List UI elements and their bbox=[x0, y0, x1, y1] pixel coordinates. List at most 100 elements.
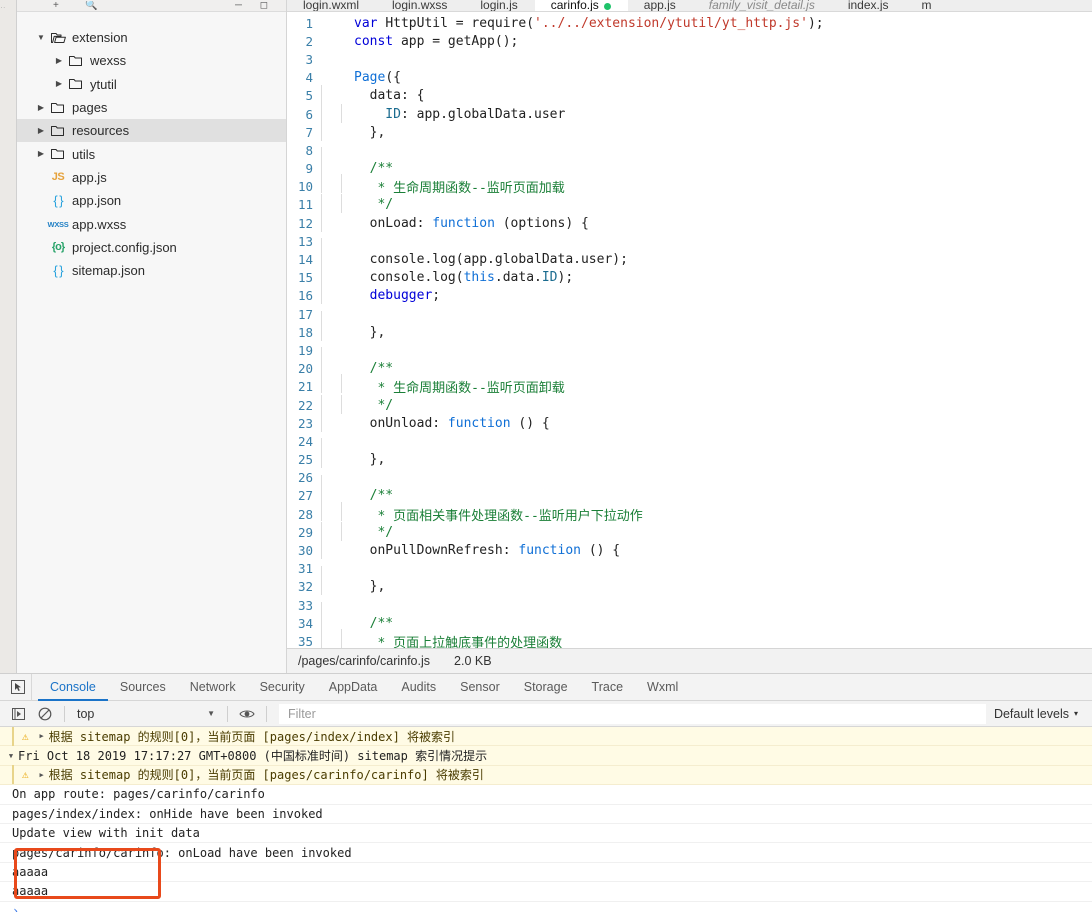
indent-guide bbox=[321, 412, 322, 432]
console-message: aaaaa bbox=[12, 864, 49, 879]
minimize-icon[interactable]: ─ bbox=[235, 1, 242, 10]
js-file-icon: JS bbox=[47, 171, 69, 183]
chevron-right-icon[interactable] bbox=[53, 57, 65, 65]
collapse-arrow-icon[interactable]: ▼ bbox=[4, 752, 18, 760]
code-line: 13 bbox=[287, 232, 1092, 258]
console-row[interactable]: ▼ Fri Oct 18 2019 17:17:27 GMT+0800 (中国标准… bbox=[0, 746, 1092, 766]
console-prompt[interactable]: › bbox=[0, 902, 1092, 912]
file-tree-item-app-js[interactable]: JS app.js bbox=[17, 166, 286, 189]
file-tree-item-app-wxss[interactable]: WXSS app.wxss bbox=[17, 212, 286, 235]
console-output[interactable]: ⚠ ▶ 根据 sitemap 的规则[0]，当前页面 [pages/index/in… bbox=[0, 727, 1092, 912]
console-row[interactable]: ⚠ ▶ 根据 sitemap 的规则[0]，当前页面 [pages/index/in… bbox=[0, 727, 1092, 747]
editor-tab-label: login.wxss bbox=[392, 0, 448, 11]
console-row[interactable]: aaaaa bbox=[0, 882, 1092, 902]
editor-tab-login-wxml[interactable]: login.wxml bbox=[287, 0, 376, 11]
file-tree-item-app-json[interactable]: { } app.json bbox=[17, 189, 286, 212]
devtools-tab-storage[interactable]: Storage bbox=[512, 674, 580, 701]
line-number: 3 bbox=[305, 51, 313, 67]
editor-tab-m[interactable]: m bbox=[906, 0, 949, 11]
console-row[interactable]: pages/index/index: onHide have been invo… bbox=[0, 805, 1092, 824]
file-tree-item-resources[interactable]: resources bbox=[17, 119, 286, 143]
code-line: 27 /** bbox=[287, 485, 1092, 505]
line-number: 34 bbox=[297, 615, 313, 631]
line-number: 8 bbox=[305, 142, 313, 158]
expand-arrow-icon[interactable]: ▶ bbox=[35, 771, 49, 779]
code-line-text: */ bbox=[321, 394, 393, 414]
chevron-right-icon[interactable] bbox=[35, 104, 47, 112]
code-line: 32 }, bbox=[287, 576, 1092, 596]
editor-tab-login-wxss[interactable]: login.wxss bbox=[376, 0, 464, 11]
clear-console-icon[interactable] bbox=[32, 701, 58, 727]
console-filter-input[interactable]: Filter bbox=[279, 703, 986, 724]
code-content[interactable]: 1 var HttpUtil = require('../../extension… bbox=[287, 12, 1092, 673]
editor-tab-family-visit-detail-js[interactable]: family_visit_detail.js bbox=[693, 0, 832, 11]
code-line: 21 * 生命周期函数--监听页面卸载 bbox=[287, 374, 1092, 396]
json-file-icon-glyph: { } bbox=[53, 263, 63, 279]
chevron-right-icon[interactable] bbox=[35, 150, 47, 158]
editor-tab-bar: login.wxml login.wxss login.js carinfo.js ap… bbox=[287, 0, 1092, 12]
code-line-text: /** bbox=[321, 485, 393, 505]
file-tree-item-sitemap-json[interactable]: { } sitemap.json bbox=[17, 259, 286, 282]
console-row[interactable]: On app route: pages/carinfo/carinfo bbox=[0, 785, 1092, 805]
file-tree-item-label: ytutil bbox=[90, 76, 117, 92]
devtools-tab-appdata[interactable]: AppData bbox=[317, 674, 390, 701]
editor-tab-login-js[interactable]: login.js bbox=[464, 0, 534, 11]
chevron-right-icon[interactable] bbox=[53, 80, 65, 88]
file-tree-item-label: sitemap.json bbox=[72, 263, 145, 279]
devtools-tab-wxml[interactable]: Wxml bbox=[635, 674, 690, 701]
file-tree-item-wexss[interactable]: wexss bbox=[17, 49, 286, 72]
file-tree-item-ytutil[interactable]: ytutil bbox=[17, 73, 286, 96]
devtools-tab-console[interactable]: Console bbox=[38, 674, 108, 701]
line-number: 29 bbox=[297, 524, 313, 540]
line-number: 9 bbox=[305, 161, 313, 177]
rail-toggle-icon[interactable]: ⎵ bbox=[1, 0, 15, 8]
indent-guide bbox=[321, 540, 322, 560]
devtools-tab-sensor[interactable]: Sensor bbox=[448, 674, 512, 701]
log-level-selector[interactable]: Default levels ▾ bbox=[994, 707, 1092, 721]
console-row[interactable]: ⚠ ▶ 根据 sitemap 的规则[0]，当前页面 [pages/carinfo/… bbox=[0, 765, 1092, 786]
maximize-icon[interactable]: ◻ bbox=[260, 1, 268, 10]
live-expression-icon[interactable] bbox=[234, 701, 260, 727]
indent-guide bbox=[321, 501, 322, 521]
editor-tab-app-js[interactable]: app.js bbox=[628, 0, 693, 11]
inspect-element-icon[interactable] bbox=[4, 673, 32, 701]
console-row[interactable]: aaaaa bbox=[0, 863, 1092, 883]
file-tree-item-extension[interactable]: extension bbox=[17, 26, 286, 49]
plus-icon[interactable]: + bbox=[53, 1, 59, 10]
indent-guide bbox=[321, 267, 322, 287]
search-icon[interactable]: 🔍 bbox=[85, 1, 97, 10]
code-line: 15 console.log(this.data.ID); bbox=[287, 267, 1092, 287]
line-number: 20 bbox=[297, 361, 313, 377]
execute-icon[interactable] bbox=[6, 701, 32, 727]
devtools-tab-sources[interactable]: Sources bbox=[108, 674, 178, 701]
devtools-tab-audits[interactable]: Audits bbox=[389, 674, 448, 701]
devtools-tab-network[interactable]: Network bbox=[178, 674, 248, 701]
warning-icon: ⚠ bbox=[22, 729, 29, 743]
line-number: 11 bbox=[297, 197, 313, 213]
console-row[interactable]: Update view with init data bbox=[0, 824, 1092, 844]
code-line: 31 bbox=[287, 560, 1092, 585]
devtools-tab-trace[interactable]: Trace bbox=[580, 674, 636, 701]
file-tree-item-utils[interactable]: utils bbox=[17, 142, 286, 165]
expand-arrow-icon[interactable]: ▶ bbox=[35, 732, 49, 740]
code-line: 11 */ bbox=[287, 194, 1092, 214]
chevron-right-icon[interactable] bbox=[35, 127, 47, 135]
toolbar-divider bbox=[64, 705, 65, 722]
console-row[interactable]: pages/carinfo/carinfo: onLoad have been … bbox=[0, 843, 1092, 863]
code-line-text: * 生命周期函数--监听页面卸载 bbox=[321, 374, 565, 396]
group-indent-bar bbox=[12, 765, 14, 785]
file-tree-item-pages[interactable]: pages bbox=[17, 96, 286, 119]
file-tree-item-project-config-json[interactable]: {o} project.config.json bbox=[17, 236, 286, 259]
console-context-selector[interactable]: top ▼ bbox=[71, 707, 221, 721]
status-file-size: 2.0 KB bbox=[454, 654, 492, 668]
indent-guide bbox=[321, 121, 322, 141]
chevron-down-icon: ▼ bbox=[207, 709, 215, 718]
editor-tab-index-js[interactable]: index.js bbox=[832, 0, 906, 11]
devtools-tab-security[interactable]: Security bbox=[248, 674, 317, 701]
devtools-tab-bar: Console Sources Network Security AppData Audi… bbox=[0, 673, 1092, 701]
indent-guide bbox=[341, 394, 342, 414]
chevron-down-icon[interactable] bbox=[35, 34, 47, 42]
editor-tab-carinfo-js[interactable]: carinfo.js bbox=[534, 0, 628, 11]
activity-rail[interactable]: ⎵ bbox=[0, 0, 17, 673]
top-region: ⎵ + 🔍 ─ ◻ extension wexss ytutil pages resou… bbox=[0, 0, 1092, 673]
